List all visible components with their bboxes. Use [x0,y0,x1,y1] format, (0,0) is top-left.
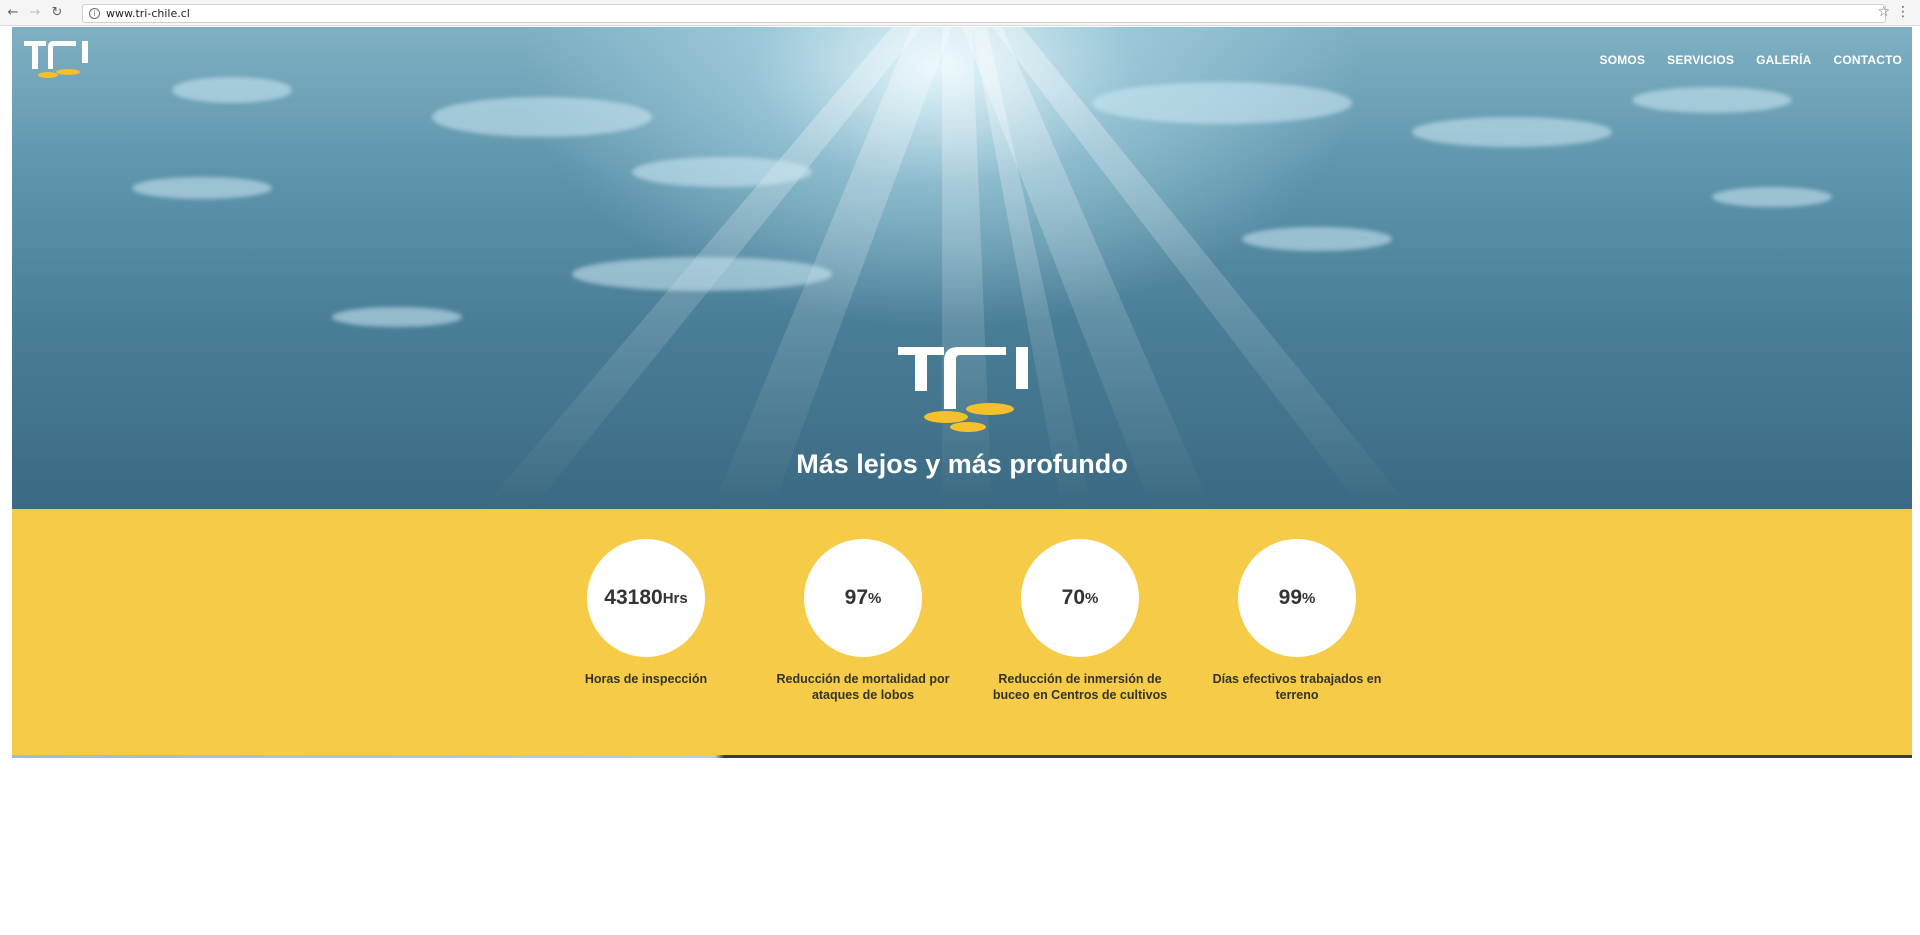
nav-link-contacto[interactable]: CONTACTO [1834,53,1903,67]
main-nav: SOMOS SERVICIOS GALERÍA CONTACTO [1599,53,1902,67]
water-ripple [1242,227,1392,251]
section-divider [12,755,1912,758]
water-ripple [432,97,652,137]
water-ripple [1712,187,1832,207]
info-icon[interactable]: i [89,8,100,19]
page: SOMOS SERVICIOS GALERÍA CONTACTO Más lej… [12,27,1912,758]
stat-item: 99% Días efectivos trabajados en terreno [1202,539,1392,703]
water-ripple [1412,117,1612,147]
stat-circle: 99% [1238,539,1356,657]
kebab-menu-icon[interactable]: ⋮ [1896,4,1910,20]
stat-unit: % [868,589,882,607]
back-arrow-icon[interactable]: ← [4,4,22,22]
address-bar[interactable]: i www.tri-chile.cl [82,4,1886,23]
water-ripple [632,157,812,187]
stat-item: 43180 Hrs Horas de inspección [551,539,741,687]
stat-label: Reducción de inmersión de buceo en Centr… [992,672,1168,702]
stat-item: 97% Reducción de mortalidad por ataques … [768,539,958,703]
stat-unit: % [1085,589,1099,607]
stat-label: Días efectivos trabajados en terreno [1212,672,1382,702]
stat-value: 99 [1278,586,1302,609]
tri-logo-large-icon [898,347,1028,432]
star-icon[interactable]: ☆ [1877,4,1890,20]
stat-item: 70% Reducción de inmersión de buceo en C… [985,539,1175,703]
stat-circle: 43180 Hrs [587,539,705,657]
stat-unit: % [1302,589,1316,607]
forward-arrow-icon[interactable]: → [26,4,44,22]
url-text: www.tri-chile.cl [106,7,190,20]
water-ripple [332,307,462,327]
nav-link-galeria[interactable]: GALERÍA [1756,53,1811,67]
water-ripple [132,177,272,199]
tri-logo-icon[interactable] [24,37,90,81]
stats-section: 43180 Hrs Horas de inspección 97% Reducci… [12,509,1912,758]
water-ripple [1632,87,1792,113]
browser-toolbar: ← → ↻ i www.tri-chile.cl ☆ ⋮ [0,0,1920,26]
stat-value: 70 [1061,586,1085,609]
reload-icon[interactable]: ↻ [48,4,66,22]
stat-label: Reducción de mortalidad por ataques de l… [776,672,950,702]
nav-link-somos[interactable]: SOMOS [1599,53,1645,67]
stat-value: 43180 [604,586,663,609]
hero-section: SOMOS SERVICIOS GALERÍA CONTACTO Más lej… [12,27,1912,509]
water-ripple [172,77,292,103]
stat-circle: 97% [804,539,922,657]
stat-unit: Hrs [662,589,688,607]
stat-circle: 70% [1021,539,1139,657]
stat-label: Horas de inspección [584,672,708,686]
sun-rays-graphic [482,27,1412,509]
nav-link-servicios[interactable]: SERVICIOS [1667,53,1734,67]
water-ripple [1092,82,1352,124]
stat-value: 97 [844,586,868,609]
hero-tagline: Más lejos y más profundo [796,449,1128,479]
water-ripple [572,257,832,291]
